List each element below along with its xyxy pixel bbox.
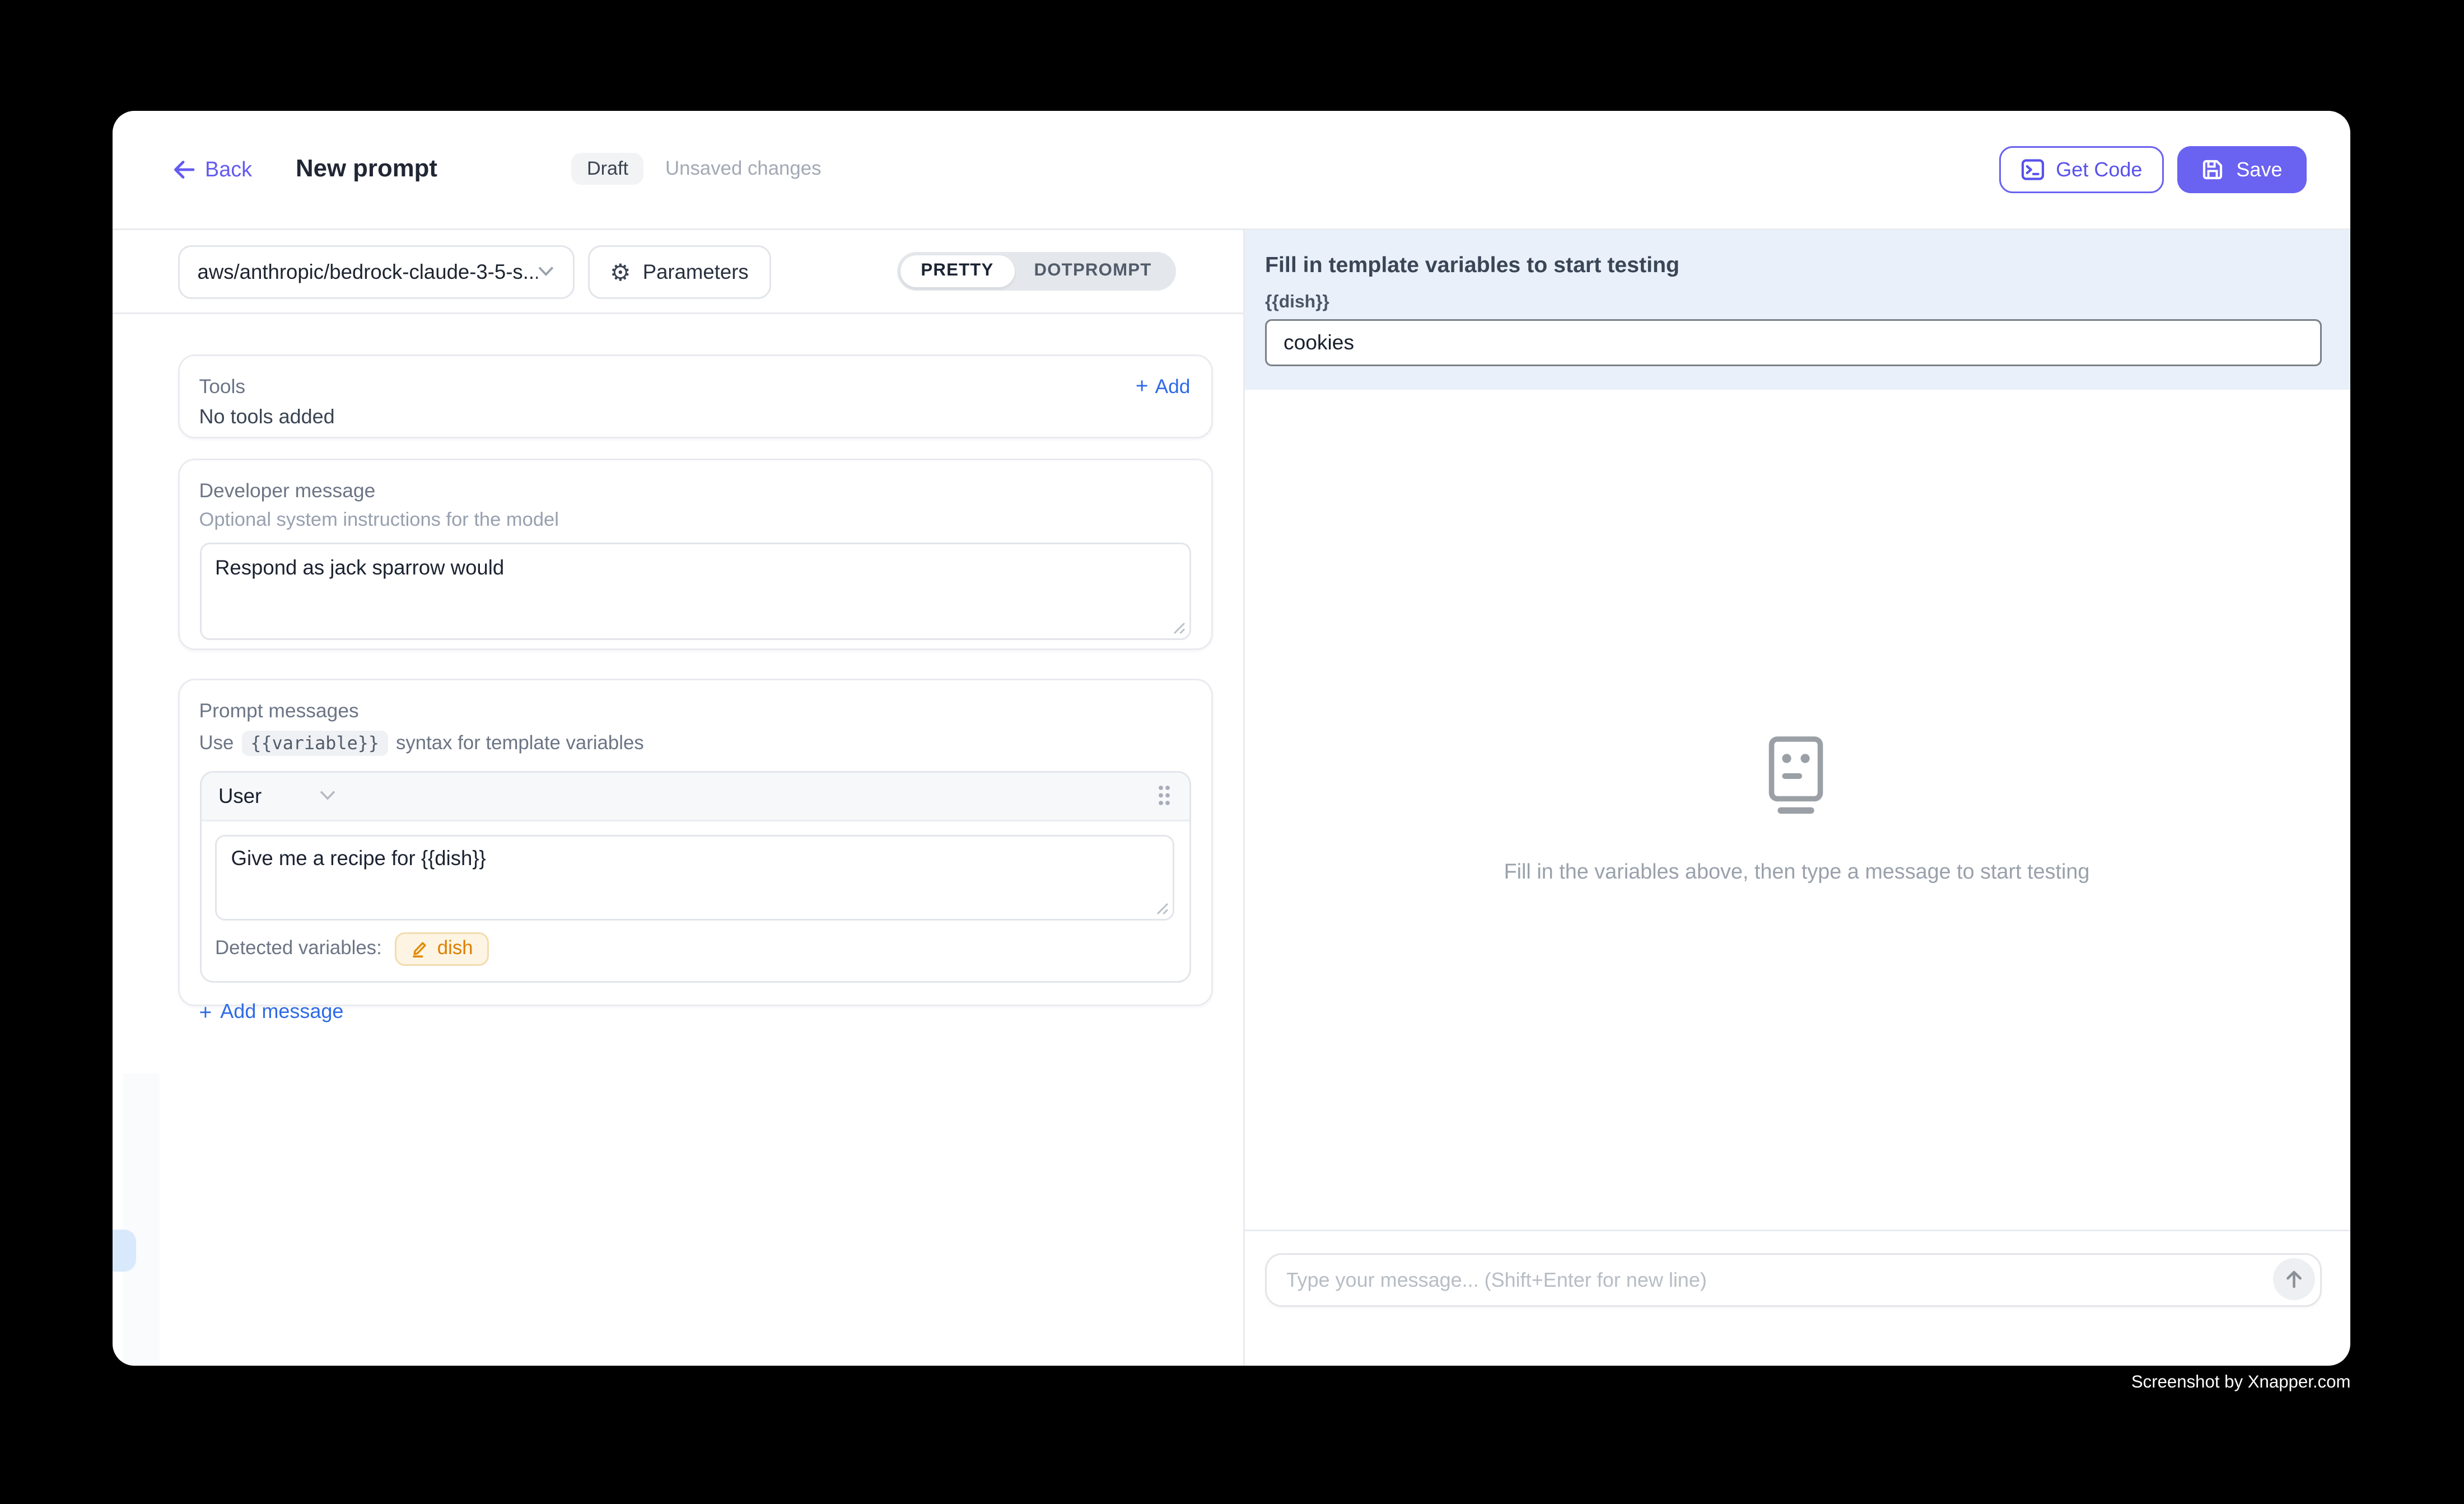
back-button[interactable]: Back <box>173 157 252 181</box>
unsaved-changes-text: Unsaved changes <box>665 158 821 180</box>
chevron-down-icon <box>537 265 554 277</box>
prompt-messages-title: Prompt messages <box>199 699 1191 722</box>
robot-face-icon <box>1763 735 1831 814</box>
back-arrow-icon <box>173 159 195 179</box>
hint-suffix: syntax for template variables <box>396 732 644 754</box>
plus-icon: + <box>1136 375 1149 396</box>
tester-pane: Fill in template variables to start test… <box>1244 230 2350 1365</box>
add-message-label: Add message <box>220 999 343 1023</box>
variable-chip-dish[interactable]: dish <box>395 932 488 965</box>
tools-empty-text: No tools added <box>199 405 1191 428</box>
add-tool-label: Add <box>1155 374 1191 398</box>
message-role-select[interactable]: User <box>218 784 262 807</box>
template-variables-panel: Fill in template variables to start test… <box>1244 230 2350 390</box>
screenshot-background: Back New prompt Draft Unsaved changes Ge… <box>0 0 2464 1504</box>
editor-pane: aws/anthropic/bedrock-claude-3-5-s... ⚙ … <box>113 230 1244 1365</box>
message-text-input[interactable]: Give me a recipe for {{dish}} <box>215 834 1174 920</box>
clipped-side-panel <box>123 1073 159 1365</box>
variable-syntax-hint: Use {{variable}} syntax for template var… <box>199 731 1191 756</box>
detected-variables-row: Detected variables: dish <box>215 932 1174 965</box>
chevron-down-icon <box>319 790 335 802</box>
editor-toolbar: aws/anthropic/bedrock-claude-3-5-s... ⚙ … <box>113 230 1243 314</box>
toggle-option-pretty[interactable]: PRETTY <box>900 255 1014 287</box>
variable-name-label: {{dish}} <box>1265 292 2321 312</box>
header: Back New prompt Draft Unsaved changes Ge… <box>113 110 2350 231</box>
page-title: New prompt <box>296 156 437 183</box>
variable-value-input[interactable] <box>1265 319 2321 366</box>
message-block: User Give me a recipe for {{dish}} <box>199 771 1191 983</box>
parameters-button[interactable]: ⚙ Parameters <box>588 245 771 298</box>
resize-handle-icon[interactable] <box>1172 622 1186 635</box>
tools-card: Tools + Add No tools added <box>178 354 1212 439</box>
save-button[interactable]: Save <box>2177 146 2306 193</box>
plus-icon: + <box>199 1001 212 1022</box>
toggle-option-dotprompt[interactable]: DOTPROMPT <box>1014 255 1172 287</box>
developer-message-subtitle: Optional system instructions for the mod… <box>199 511 1191 531</box>
fill-variables-title: Fill in template variables to start test… <box>1265 252 2321 277</box>
model-selector-value: aws/anthropic/bedrock-claude-3-5-s... <box>198 260 537 283</box>
message-header: User <box>201 773 1189 821</box>
variable-chip-label: dish <box>437 937 473 959</box>
hint-prefix: Use <box>199 732 234 754</box>
get-code-button[interactable]: Get Code <box>1999 146 2164 193</box>
clipped-selection-highlight <box>113 1230 136 1271</box>
prompt-messages-card: Prompt messages Use {{variable}} syntax … <box>178 679 1212 1006</box>
add-tool-button[interactable]: + Add <box>1136 374 1191 398</box>
resize-handle-icon[interactable] <box>1156 902 1169 915</box>
gear-icon: ⚙ <box>610 260 631 283</box>
terminal-icon <box>2020 157 2044 181</box>
edit-icon <box>410 939 429 957</box>
variable-code-chip: {{variable}} <box>242 731 388 756</box>
app-window: Back New prompt Draft Unsaved changes Ge… <box>113 110 2350 1365</box>
chat-empty-state: Fill in the variables above, then type a… <box>1244 390 2350 1229</box>
watermark-text: Screenshot by Xnapper.com <box>2131 1374 2351 1392</box>
add-message-button[interactable]: + Add message <box>199 999 1191 1023</box>
drag-handle-icon[interactable] <box>1158 785 1171 807</box>
get-code-label: Get Code <box>2056 157 2142 181</box>
model-selector[interactable]: aws/anthropic/bedrock-claude-3-5-s... <box>178 245 574 298</box>
detected-variables-label: Detected variables: <box>215 937 382 959</box>
chat-input-bar <box>1244 1229 2350 1365</box>
save-icon <box>2201 157 2224 181</box>
save-label: Save <box>2236 157 2282 181</box>
parameters-label: Parameters <box>643 260 749 283</box>
developer-message-title: Developer message <box>199 479 1191 502</box>
arrow-up-icon <box>2283 1269 2305 1291</box>
developer-message-input[interactable]: Respond as jack sparrow would <box>199 543 1191 640</box>
tools-title: Tools <box>199 374 246 398</box>
developer-message-card: Developer message Optional system instru… <box>178 459 1212 650</box>
view-toggle: PRETTY DOTPROMPT <box>897 252 1175 291</box>
back-label: Back <box>205 157 252 181</box>
chat-message-input[interactable] <box>1265 1253 2321 1306</box>
status-badge: Draft <box>572 153 643 185</box>
empty-state-caption: Fill in the variables above, then type a… <box>1504 860 2090 883</box>
